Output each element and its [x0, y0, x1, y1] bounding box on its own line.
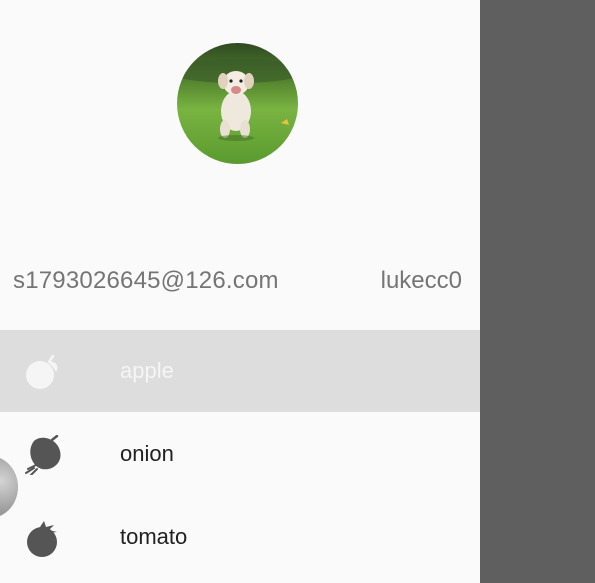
menu-item-onion[interactable]: onion — [0, 413, 480, 495]
apple-icon — [26, 354, 58, 389]
avatar[interactable] — [177, 43, 298, 164]
onion-icon — [25, 435, 61, 475]
email-text: s1793026645@126.com — [13, 267, 279, 294]
tomato-icon — [27, 521, 57, 557]
menu-item-apple[interactable]: apple — [0, 330, 480, 412]
menu-item-label: apple — [120, 358, 174, 383]
menu-item-tomato[interactable]: tomato — [0, 496, 480, 578]
menu-item-label: onion — [120, 441, 174, 466]
screen: s1793026645@126.com lukecc0 apple onion — [0, 0, 595, 583]
menu-item-label: tomato — [120, 524, 188, 549]
username-text: lukecc0 — [380, 267, 462, 294]
navigation-drawer: s1793026645@126.com lukecc0 apple onion — [0, 0, 480, 583]
